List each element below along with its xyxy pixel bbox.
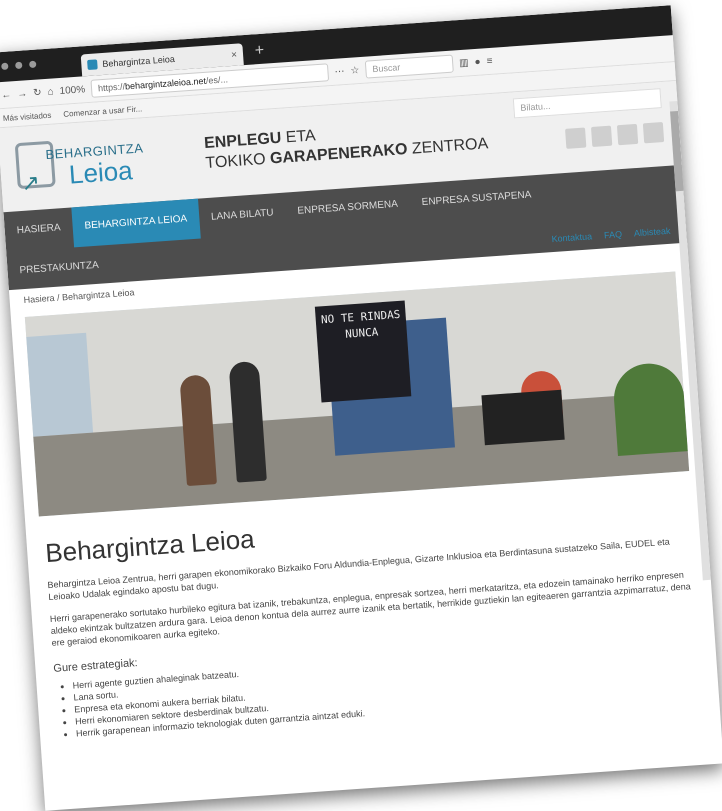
back-icon[interactable]: ← <box>1 89 12 101</box>
browser-window: Behargintza Leioa × + ← → ↻ ⌂ 100% https… <box>0 5 722 811</box>
home-icon[interactable]: ⌂ <box>47 86 54 97</box>
zoom-level[interactable]: 100% <box>59 84 85 97</box>
facebook-icon[interactable] <box>565 127 587 149</box>
bookmark-most-visited[interactable]: Más visitados <box>3 110 52 122</box>
extension-icon[interactable]: ● <box>474 56 481 67</box>
maximize-window-button[interactable] <box>29 60 37 69</box>
nav-hasiera[interactable]: HASIERA <box>3 208 74 253</box>
window-controls <box>1 60 37 71</box>
title-l1-rest: ETA <box>280 127 317 147</box>
title-l2-pre: TOKIKO <box>204 150 271 173</box>
nav-prestakuntza[interactable]: PRESTAKUNTZA <box>19 259 99 276</box>
tab-close-icon[interactable]: × <box>231 49 238 60</box>
link-faq[interactable]: FAQ <box>604 229 623 240</box>
logo-text-big: Leioa <box>67 155 134 190</box>
photo-monitor <box>481 389 565 446</box>
tab-title: Behargintza Leioa <box>102 53 176 69</box>
site-search-input[interactable]: Bilatu... <box>512 88 662 119</box>
close-window-button[interactable] <box>1 62 9 71</box>
site-logo[interactable]: BEHARGINTZA ↗ Leioa <box>14 132 179 199</box>
new-tab-button[interactable]: + <box>254 42 265 61</box>
youtube-icon[interactable] <box>616 123 639 146</box>
favicon-icon <box>87 59 98 71</box>
forward-icon[interactable]: → <box>17 88 28 100</box>
logo-arrow-icon: ↗ <box>20 169 41 196</box>
url-rest: /es/... <box>205 74 229 86</box>
main-content: Behargintza Leioa Behargintza Leioa Zent… <box>25 470 719 742</box>
social-links <box>565 122 665 149</box>
site-title: ENPLEGU ETA TOKIKO GARAPENERAKO ZENTROA <box>204 114 489 174</box>
url-host: behargintzaleioa.net <box>124 75 207 92</box>
photo-window <box>26 332 94 437</box>
bookmark-star-icon[interactable]: ☆ <box>350 65 360 77</box>
twitter-icon[interactable] <box>590 125 613 148</box>
photo-poster: NO TE RINDAS NUNCA <box>314 300 412 403</box>
library-icon[interactable]: ▥ <box>459 57 469 69</box>
menu-icon[interactable]: ≡ <box>486 55 493 66</box>
page-actions-icon[interactable]: ⋯ <box>334 66 345 78</box>
reload-icon[interactable]: ↻ <box>33 87 42 99</box>
title-l2-post: ZENTROA <box>406 135 489 158</box>
browser-search-input[interactable]: Buscar <box>364 54 454 79</box>
nav-lana-bilatu[interactable]: LANA BILATU <box>198 193 287 239</box>
url-prefix: https:// <box>97 81 126 94</box>
bookmark-getting-started[interactable]: Comenzar a usar Fir... <box>63 104 143 118</box>
linkedin-icon[interactable] <box>642 122 665 144</box>
minimize-window-button[interactable] <box>15 61 23 70</box>
